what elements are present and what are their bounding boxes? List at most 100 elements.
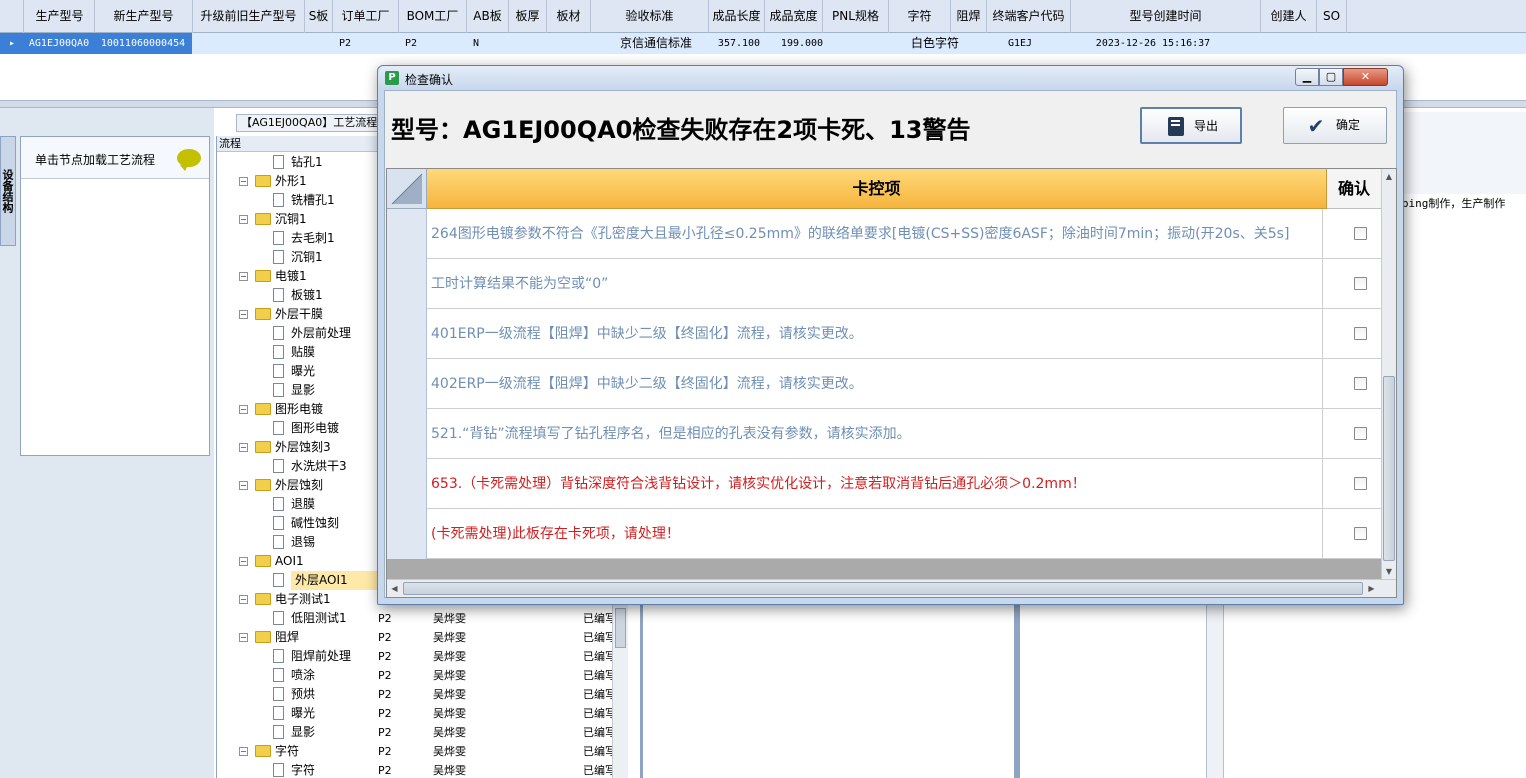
tree-leaf[interactable]: 低阻测试1 P2 吴烨雯 已编写 [217,609,630,628]
row-indicator[interactable]: ▸ [0,33,24,54]
row-header[interactable] [387,209,427,259]
row-header[interactable] [387,409,427,459]
collapse-toggle-icon[interactable]: − [239,747,248,756]
check-item-row[interactable]: 402ERP一级流程【阻焊】中缺少二级【终固化】流程，请核实更改。 [387,359,1381,409]
grid-header-cell[interactable]: BOM工厂 [399,0,467,33]
cell-created[interactable]: 2023-12-26 15:16:37 [1093,33,1213,54]
cell-model[interactable]: AG1EJ00QA0 [24,33,94,54]
check-item-row[interactable]: 401ERP一级流程【阻焊】中缺少二级【终固化】流程，请核实更改。 [387,309,1381,359]
grid-header-cell[interactable]: 成品宽度 [765,0,823,33]
confirm-checkbox[interactable] [1354,527,1367,540]
collapse-toggle-icon[interactable]: − [239,633,248,642]
grid-header-cell[interactable]: 型号创建时间 [1071,0,1261,33]
close-button[interactable]: ✕ [1343,68,1388,86]
grid-header-cell[interactable]: S板 [305,0,333,33]
grid-header-cell[interactable]: 升级前旧生产型号 [193,0,305,33]
cell-bom-factory[interactable]: P2 [396,33,426,54]
collapse-toggle-icon[interactable]: − [239,177,248,186]
confirm-checkbox[interactable] [1354,327,1367,340]
scroll-right-arrow[interactable]: ▶ [1364,581,1379,596]
grid-header-cell[interactable]: 成品长度 [709,0,765,33]
cell-width[interactable]: 199.000 [776,33,828,54]
horizontal-scroll-thumb[interactable] [403,582,1363,595]
cell-new-model[interactable]: 10011060000454 [94,33,192,54]
row-header[interactable] [387,259,427,309]
document-icon [273,345,284,359]
grid-header-cell[interactable]: 新生产型号 [95,0,193,33]
confirm-checkbox[interactable] [1354,477,1367,490]
collapse-toggle-icon[interactable]: − [239,310,248,319]
table-corner[interactable] [387,169,427,209]
speech-bubble-icon[interactable] [177,149,201,171]
check-item-row[interactable]: 653.（卡死需处理）背钻深度符合浅背钻设计，请核实优化设计，注意若取消背钻后通… [387,459,1381,509]
row-header[interactable] [387,459,427,509]
tree-leaf[interactable]: 阻焊前处理 P2 吴烨雯 已编写 [217,647,630,666]
document-icon [273,231,284,245]
grid-header-cell[interactable]: 阻焊 [951,0,987,33]
cell-standard[interactable]: 京信通信标准 [597,33,715,54]
row-header[interactable] [387,309,427,359]
collapse-toggle-icon[interactable]: − [239,215,248,224]
cell-length[interactable]: 357.100 [716,33,762,54]
collapse-toggle-icon[interactable]: − [239,272,248,281]
grid-header-cell[interactable]: 板材 [547,0,591,33]
collapse-toggle-icon[interactable]: − [239,443,248,452]
maximize-button[interactable]: ▢ [1319,68,1343,86]
tree-leaf[interactable]: 显影 P2 吴烨雯 已编写 [217,723,630,742]
check-item-row[interactable]: 521.“背钻”流程填写了钻孔程序名，但是相应的孔表没有参数，请核实添加。 [387,409,1381,459]
check-item-row[interactable]: 264图形电镀参数不符合《孔密度大且最小孔径≤0.25mm》的联络单要求[电镀(… [387,209,1381,259]
grid-header-cell[interactable]: 生产型号 [25,0,95,33]
row-header[interactable] [387,359,427,409]
confirm-checkbox[interactable] [1354,427,1367,440]
export-button[interactable]: 导出 [1140,107,1242,144]
collapse-toggle-icon[interactable]: − [239,595,248,604]
tree-leaf[interactable]: 预烘 P2 吴烨雯 已编写 [217,685,630,704]
grid-header-cell[interactable]: 订单工厂 [333,0,399,33]
cell-order-factory[interactable]: P2 [330,33,360,54]
grid-header-cell[interactable]: 验收标准 [591,0,709,33]
document-icon [273,383,284,397]
grid-header-cell[interactable]: 板厚 [509,0,547,33]
grid-header-cell[interactable]: AB板 [467,0,509,33]
grid-header-cell[interactable]: 创建人 [1261,0,1317,33]
cell-char[interactable]: 白色字符 [905,33,965,54]
row-header[interactable] [387,509,427,559]
table-vertical-scrollbar[interactable]: ▲ ▼ [1381,169,1396,579]
grid-header-cell[interactable]: SO [1317,0,1347,33]
tree-leaf[interactable]: 喷涂 P2 吴烨雯 已编写 [217,666,630,685]
vertical-scroll-thumb[interactable] [1383,376,1395,561]
scroll-left-arrow[interactable]: ◀ [387,581,402,596]
tree-leaf[interactable]: 曝光 P2 吴烨雯 已编写 [217,704,630,723]
tree-node[interactable]: − 阻焊 P2 吴烨雯 已编写 [217,628,630,647]
collapse-toggle-icon[interactable]: − [239,405,248,414]
scroll-up-arrow[interactable]: ▲ [1382,169,1396,184]
check-item-row[interactable]: (卡死需处理)此板存在卡死项，请处理！ [387,509,1381,559]
grid-header-cell[interactable]: PNL规格 [823,0,889,33]
tree-scroll-thumb[interactable] [615,608,626,648]
ok-button[interactable]: ✔ 确定 [1283,107,1387,144]
cell-customer[interactable]: G1EJ [1000,33,1040,54]
grid-header-cell[interactable]: 终端客户代码 [987,0,1071,33]
grid-header-cell[interactable]: 字符 [889,0,951,33]
collapse-toggle-icon[interactable]: − [239,481,248,490]
grid-row-selected[interactable]: ▸ AG1EJ00QA0 10011060000454 P2 P2 N 京信通信… [0,33,1526,54]
scroll-down-arrow[interactable]: ▼ [1382,564,1396,579]
cell-ab[interactable]: N [466,33,486,54]
tree-leaf[interactable]: 字符 P2 吴烨雯 已编写 [217,761,630,778]
check-item-row[interactable]: 工时计算结果不能为空或“0” [387,259,1381,309]
grid-header-corner[interactable] [0,0,24,33]
tree-leaf-label: 退锡 [291,535,316,549]
tree-scrollbar[interactable] [612,604,628,778]
tree-node[interactable]: − 字符 P2 吴烨雯 已编写 [217,742,630,761]
confirm-checkbox[interactable] [1354,277,1367,290]
right-splitter[interactable] [1206,604,1224,778]
column-header-confirm[interactable]: 确认 [1327,169,1381,209]
confirm-checkbox[interactable] [1354,227,1367,240]
column-header-control-item[interactable]: 卡控项 [427,169,1327,209]
vertical-tab-device-structure[interactable]: 设备结构 [0,136,16,246]
table-horizontal-scrollbar[interactable]: ◀ ▶ [387,579,1396,597]
confirm-checkbox[interactable] [1354,377,1367,390]
minimize-button[interactable]: ▁ [1295,68,1319,86]
dialog-titlebar[interactable]: P 检查确认 ▁ ▢ ✕ [378,66,1403,90]
collapse-toggle-icon[interactable]: − [239,557,248,566]
